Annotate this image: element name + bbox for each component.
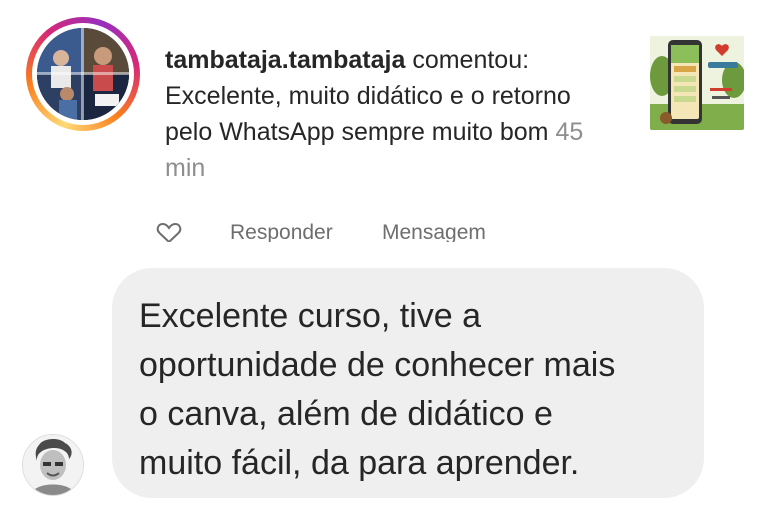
commenter-avatar[interactable] — [26, 17, 140, 131]
reply-line: o canva, além de didático e — [139, 395, 553, 433]
reply-line: Excelente curso, tive a — [139, 297, 482, 335]
comment-actions: Responder Mensagem — [154, 218, 714, 242]
reply-text: Excelente curso, tive a oportunidade de … — [139, 292, 684, 488]
avatar-photo — [37, 28, 129, 120]
reply-line: oportunidade de conhecer mais — [139, 346, 616, 384]
reply-button[interactable]: Responder — [230, 221, 333, 242]
avatar-collage-image — [37, 28, 129, 120]
reply-avatar-photo — [23, 435, 83, 495]
message-button[interactable]: Mensagem — [382, 221, 486, 242]
post-thumbnail[interactable] — [650, 36, 744, 130]
comment-block: tambataja.tambataja comentou: Excelente,… — [165, 42, 615, 186]
reply-author-avatar[interactable] — [22, 434, 84, 496]
reply-line: muito fácil, da para aprender. — [139, 444, 580, 482]
comment-verb: comentou: — [412, 46, 530, 74]
avatar-ring-gap — [32, 23, 134, 125]
like-button[interactable] — [156, 222, 182, 242]
comment-text: tambataja.tambataja comentou: Excelente,… — [165, 42, 615, 186]
heart-outline-icon — [156, 222, 182, 242]
comment-username[interactable]: tambataja.tambataja — [165, 46, 405, 74]
comment-body: Excelente, muito didático e o retorno pe… — [165, 82, 571, 146]
post-thumbnail-image — [650, 36, 744, 130]
reply-bubble: Excelente curso, tive a oportunidade de … — [112, 268, 704, 498]
